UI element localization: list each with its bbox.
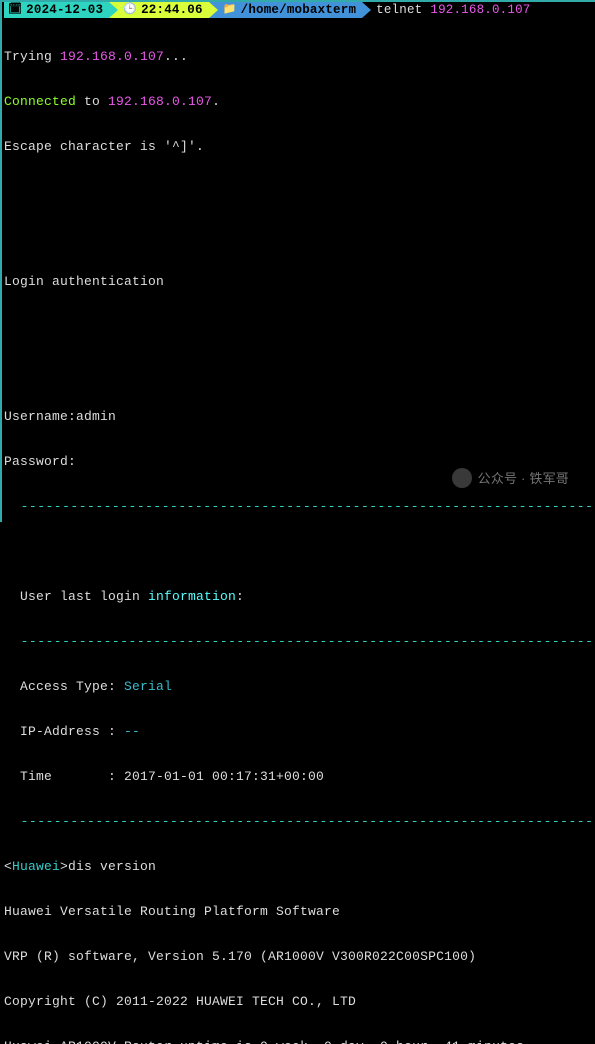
ip: 192.168.0.107 — [108, 94, 212, 109]
status-time: 🕒 22:44.06 — [109, 2, 209, 18]
highlight: information — [148, 589, 236, 604]
status-cwd-text: /home/mobaxterm — [241, 3, 357, 18]
ip: 192.168.0.107 — [60, 49, 164, 64]
status-date-text: 2024-12-03 — [26, 3, 103, 18]
text: Access Type: — [4, 679, 124, 694]
text: ... — [164, 49, 188, 64]
login-auth: Login authentication — [4, 274, 593, 289]
status-date: 🗓 2024-12-03 — [4, 2, 109, 18]
status-time-text: 22:44.06 — [141, 3, 203, 18]
password-line: Password: — [4, 454, 593, 469]
watermark: 公众号 · 铁军哥 — [452, 468, 569, 488]
text: . — [212, 94, 220, 109]
watermark-text: 公众号 · 铁军哥 — [478, 471, 569, 486]
text: < — [4, 859, 12, 874]
ver-line: Copyright (C) 2011-2022 HUAWEI TECH CO.,… — [4, 994, 593, 1009]
command-name: telnet — [376, 3, 422, 18]
escape-line: Escape character is '^]'. — [4, 139, 593, 154]
status-bar: 🗓 2024-12-03 🕒 22:44.06 📁 /home/mobaxterm t… — [2, 2, 595, 18]
status-command: telnet 192.168.0.107 — [362, 2, 530, 18]
text: IP-Address : — [4, 724, 124, 739]
text: Trying — [4, 49, 60, 64]
username-line: Username:admin — [4, 409, 593, 424]
calendar-icon: 🗓 — [8, 3, 22, 18]
hostname: Huawei — [12, 859, 60, 874]
ver-line: VRP (R) software, Version 5.170 (AR1000V… — [4, 949, 593, 964]
ver-line: Huawei Versatile Routing Platform Softwa… — [4, 904, 593, 919]
ver-line: Huawei AR1000V Router uptime is 0 week, … — [4, 1039, 593, 1044]
command: >dis version — [60, 859, 156, 874]
value: -- — [124, 724, 140, 739]
login-time: Time : 2017-01-01 00:17:31+00:00 — [4, 769, 593, 784]
folder-icon: 📁 — [223, 3, 237, 18]
value: Serial — [124, 679, 172, 694]
clock-icon: 🕒 — [123, 3, 137, 18]
wechat-icon — [452, 468, 472, 488]
terminal-output[interactable]: Trying 192.168.0.107... Connected to 192… — [2, 18, 595, 1044]
text: User last login — [4, 589, 148, 604]
status-cwd: 📁 /home/mobaxterm — [209, 2, 362, 18]
divider: ----------------------------------------… — [4, 634, 593, 649]
text: : — [236, 589, 244, 604]
text: to — [76, 94, 108, 109]
connected: Connected — [4, 94, 76, 109]
command-arg: 192.168.0.107 — [430, 3, 530, 18]
divider: ----------------------------------------… — [4, 814, 593, 829]
divider: ----------------------------------------… — [4, 499, 593, 514]
